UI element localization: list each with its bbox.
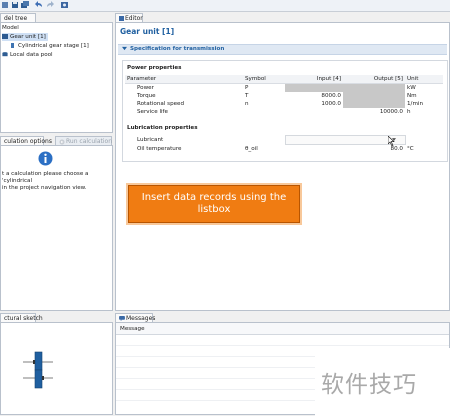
tab-messages[interactable]: Messages	[115, 313, 156, 322]
editor-icon	[119, 16, 124, 21]
gear-sketch	[23, 351, 53, 389]
param-label: Power	[137, 85, 154, 91]
column-header: Output [5]	[373, 76, 403, 82]
unit: kW	[407, 85, 416, 91]
callout-line: Insert data records using the	[141, 192, 287, 203]
editor-title: Gear unit [1]	[120, 27, 175, 36]
tree-item-label: Cylindrical gear stage [1]	[18, 43, 89, 49]
column-header: Parameter	[127, 76, 157, 82]
unit: 1/min	[407, 101, 423, 107]
info-icon	[38, 151, 53, 166]
model-tree-panel: Model Gear unit [1] Cylindrical gear sta…	[0, 22, 113, 133]
section-header[interactable]: Specification for transmission	[118, 44, 447, 55]
lubrication-group-label: Lubrication properties	[127, 125, 198, 131]
oil-temperature-input[interactable]: 80.0	[285, 145, 405, 154]
properties-box: Power properties Parameter Symbol Input …	[122, 60, 448, 162]
param-label: Rotational speed	[137, 101, 185, 107]
callout-line: listbox	[197, 204, 231, 215]
unit	[405, 136, 443, 145]
toolbar	[0, 0, 450, 12]
unit: °C	[407, 145, 414, 152]
lubrication-table: Lubricant Oil temperature θ_oil 80.0 °C	[125, 135, 443, 153]
unit: h	[407, 109, 411, 115]
tab-calc-label: culation options	[4, 138, 52, 145]
tab-editor-label: Editor	[125, 15, 143, 22]
param-label: Oil temperature	[137, 145, 182, 152]
message-divider	[116, 345, 449, 346]
power-group-label: Power properties	[127, 65, 182, 71]
gear-stage-icon	[11, 43, 14, 48]
column-header: Symbol	[245, 76, 266, 82]
undo-icon[interactable]	[35, 1, 44, 9]
message-bubble-icon	[119, 316, 125, 321]
tab-model-tree-label: del tree	[4, 15, 28, 22]
service-life-input[interactable]	[285, 108, 343, 116]
tree-item-label: Gear unit [1]	[10, 34, 46, 40]
table-header-row: Parameter Symbol Input [4] Output [5] Un…	[125, 75, 443, 84]
param-label: Torque	[137, 93, 156, 99]
tree-item-local-data-pool[interactable]: Local data pool	[2, 51, 53, 59]
message-line: t a calculation please choose a 'cylindr…	[2, 171, 89, 184]
column-header: Unit	[407, 76, 419, 82]
table-row: Service life 10000.0 h	[125, 108, 443, 116]
lubricant-select[interactable]	[284, 135, 406, 145]
section-title: Specification for transmission	[130, 46, 225, 52]
power-output[interactable]	[343, 83, 405, 92]
tab-messages-label: Messages	[126, 315, 156, 322]
editor-panel: Gear unit [1] Specification for transmis…	[115, 22, 450, 311]
table-row: Oil temperature θ_oil 80.0 °C	[125, 145, 443, 154]
power-input[interactable]	[285, 83, 343, 92]
tree-item-gear-unit[interactable]: Gear unit [1]	[2, 33, 48, 41]
symbol: P	[245, 85, 249, 91]
symbol	[243, 136, 285, 145]
torque-input[interactable]: 8000.0	[285, 92, 343, 100]
column-header: Input [4]	[316, 76, 341, 82]
symbol	[243, 108, 285, 116]
speed-input[interactable]: 1000.0	[285, 100, 343, 108]
run-calculation-label: Run calculation	[66, 138, 112, 145]
table-row: Torque T 8000.0 Nm	[125, 92, 443, 100]
symbol: θ_oil	[245, 145, 258, 152]
gear-unit-icon	[2, 34, 8, 39]
tree-root-label: Model	[2, 25, 19, 31]
database-icon	[2, 52, 8, 57]
messages-panel: Message 软件技巧	[115, 322, 450, 416]
symbol: T	[245, 93, 249, 99]
tree-item-gear-stage[interactable]: Cylindrical gear stage [1]	[10, 42, 89, 50]
tab-calculation-options[interactable]: culation options	[0, 136, 52, 145]
table-row: Lubricant	[125, 135, 443, 145]
tree-root[interactable]: Model	[2, 24, 19, 32]
run-calculation-button[interactable]: Run calculation	[55, 136, 112, 145]
torque-output[interactable]	[343, 92, 405, 100]
service-life-output[interactable]: 10000.0	[343, 108, 405, 116]
speed-output[interactable]	[343, 100, 405, 108]
save-all-icon[interactable]	[21, 1, 30, 9]
tree-item-label: Local data pool	[10, 52, 53, 58]
param-label: Service life	[137, 109, 168, 115]
symbol: n	[245, 101, 249, 107]
collapse-triangle-icon	[122, 46, 127, 51]
run-icon	[59, 138, 65, 145]
messages-header: Message	[116, 323, 449, 335]
redo-icon[interactable]	[45, 1, 54, 9]
tab-sketch-label: ctural sketch	[4, 315, 43, 322]
calc-options-panel: t a calculation please choose a 'cylindr…	[0, 145, 113, 311]
save-icon[interactable]	[11, 1, 20, 9]
tab-model-tree[interactable]: del tree	[0, 13, 36, 22]
settings-icon[interactable]	[60, 1, 69, 9]
structural-sketch-panel	[0, 322, 113, 415]
message-line: in the project navigation view.	[2, 185, 87, 191]
unit: Nm	[407, 93, 417, 99]
table-row: Rotational speed n 1000.0 1/min	[125, 100, 443, 108]
mouse-cursor-icon	[388, 136, 395, 146]
watermark: 软件技巧	[321, 372, 417, 398]
power-table: Parameter Symbol Input [4] Output [5] Un…	[125, 75, 443, 116]
tab-editor[interactable]: Editor	[115, 13, 143, 22]
callout-hint: Insert data records using the listbox	[128, 185, 300, 223]
tab-structural-sketch[interactable]: ctural sketch	[0, 313, 43, 322]
new-file-icon[interactable]	[1, 1, 10, 9]
param-label: Lubricant	[137, 137, 164, 143]
calc-options-message: t a calculation please choose a 'cylindr…	[2, 171, 112, 192]
table-row: Power P kW	[125, 83, 443, 92]
